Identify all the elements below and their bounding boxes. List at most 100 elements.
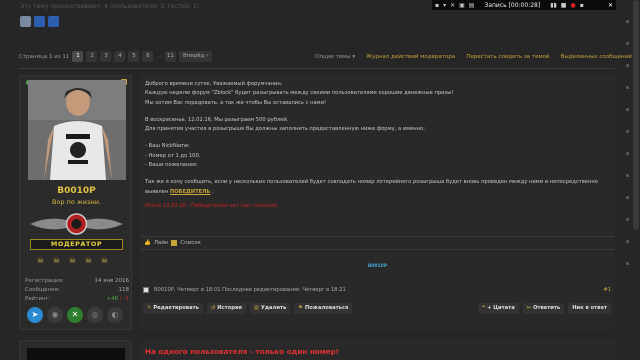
next-post: На одного пользователя - только один ном… <box>140 340 615 360</box>
moderator-log-link[interactable]: Журнал действий модератора <box>366 54 455 60</box>
avatar[interactable] <box>48 16 59 27</box>
stat-value: 118 <box>118 287 130 293</box>
stat-label: Сообщения: <box>25 287 60 293</box>
next-user-panel <box>19 340 132 360</box>
select-post-checkbox[interactable] <box>143 287 149 293</box>
skull-icon: ☠ <box>68 256 77 265</box>
edit-button[interactable]: ✎ Редактировать <box>143 303 203 314</box>
post-container: Доброго времени суток, Уважаемый форумча… <box>140 75 615 330</box>
next-post-title: На одного пользователя - только один ном… <box>145 347 339 356</box>
stat-label: Рейтинг: <box>25 296 51 302</box>
pause-icon[interactable]: ▮▮ <box>550 2 557 9</box>
post-body: Доброго времени суток, Уважаемый форумча… <box>145 80 610 211</box>
unwatch-thread-link[interactable]: Перестать следить за темой <box>466 54 549 60</box>
nick-reply-button[interactable]: Ник в ответ <box>568 303 611 314</box>
pin-icon[interactable]: ▤ <box>469 2 475 9</box>
winner-link[interactable]: ПОБЕДИТЕЛЬ <box>170 189 211 195</box>
user-avatar[interactable] <box>28 80 126 180</box>
thumbs-up-icon: 👍 <box>144 240 151 246</box>
telegram-icon[interactable]: ➤ <box>27 307 43 323</box>
skull-icon: ☠ <box>100 256 109 265</box>
avatar[interactable] <box>20 16 31 27</box>
stop-icon[interactable]: ■ <box>561 2 567 9</box>
avatar[interactable] <box>34 16 45 27</box>
social-icon[interactable]: ◉ <box>47 307 63 323</box>
moderator-banner: МОДЕРАТОР <box>30 239 123 250</box>
page-link[interactable]: 4 <box>114 51 126 62</box>
post-text: выявлен ПОБЕДИТЕЛЬ ; <box>145 188 214 195</box>
results-text: Итоги 12.02.16 - Победителей нет (нет го… <box>145 202 278 209</box>
close-small-icon[interactable]: ✕ <box>450 2 455 9</box>
form-line: - Ваши пожелания: <box>145 162 198 169</box>
post-meta: B0010P, Четверг в 18:01 Последнее редакт… <box>143 287 611 293</box>
form-line: - Номер от 1 до 100. <box>145 152 201 159</box>
social-icon[interactable]: ◎ <box>87 307 103 323</box>
username[interactable]: B0010P <box>20 186 133 196</box>
page-ellipsis: … <box>156 53 162 60</box>
history-button[interactable]: ↺ История <box>206 303 246 314</box>
form-line: - Ваш NickName: <box>145 143 190 150</box>
post-text: Для принятия участия в розыгрыше Вы долж… <box>145 126 426 133</box>
delete-button[interactable]: ▥ Удалить <box>249 303 291 314</box>
post-text: Мы хотим Вас порадовать, а так же чтобы … <box>145 99 327 106</box>
edit-icon: ✎ <box>147 305 152 311</box>
viewer-avatars <box>20 16 59 27</box>
reply-icon: ↩ <box>526 305 532 311</box>
thread-options-dropdown[interactable]: Опции темы ▾ <box>315 54 355 60</box>
post-text: Доброго времени суток, Уважаемый форумча… <box>145 81 283 87</box>
page-link[interactable]: 3 <box>100 51 112 62</box>
post-actions: ✎ Редактировать ↺ История ▥ Удалить ⚑ Пожало… <box>143 303 611 314</box>
scroll-markers <box>626 0 629 300</box>
page-link[interactable]: 5 <box>128 51 140 62</box>
user-title: Вор по жизни. <box>52 198 101 206</box>
report-button[interactable]: ⚑ Пожаловаться <box>294 303 353 314</box>
page-link[interactable]: 1 <box>72 51 84 62</box>
likes-list-link[interactable]: Список <box>180 240 201 246</box>
page-link[interactable]: 2 <box>86 51 98 62</box>
quote-icon: ❝ <box>482 305 486 311</box>
flag-icon: ⚑ <box>298 305 303 311</box>
reply-button[interactable]: ↩ Ответить <box>522 303 565 314</box>
user-stats: Регистрация: 14 янв 2016 Сообщения: 118 … <box>25 278 129 305</box>
post-text: Каждую неделю форум "Zblock" будет разыг… <box>145 90 454 97</box>
record-icon[interactable]: ● <box>570 2 575 9</box>
signature: B0010P <box>367 264 388 269</box>
likes-text: Лайк <box>153 240 169 246</box>
rank-wings-icon <box>30 211 123 237</box>
recorder-toolbar: ▪ ▾ ✕ ▣ ▤ Запись [00:00:28] ▮▮ ■ ● ▪ ✕ <box>432 0 616 10</box>
social-links: ➤ ◉ ✕ ◎ ◐ <box>27 307 123 323</box>
page-link[interactable]: 6 <box>142 51 154 62</box>
page-link[interactable]: 11 <box>164 51 176 62</box>
next-page-button[interactable]: Вперёд › <box>178 51 213 62</box>
scrollbar-thumb[interactable] <box>633 0 639 230</box>
xbox-icon[interactable]: ✕ <box>67 307 83 323</box>
settings-icon[interactable]: ▪ <box>435 2 439 9</box>
scrollbar[interactable] <box>632 0 640 360</box>
post-text: Так же я хочу сообщить, если у нескольки… <box>145 179 598 186</box>
camera-icon[interactable]: ▪ <box>580 2 584 9</box>
window-icon[interactable]: ▣ <box>459 2 465 9</box>
trash-icon: ▥ <box>253 305 259 311</box>
likes-bar: 👍 Лайк Список <box>140 236 615 250</box>
liker-avatar[interactable] <box>171 240 178 246</box>
pagination: Страница 1 из 11 1 2 3 4 5 6 … 11 Вперёд… <box>19 51 213 62</box>
viewers-text: Эту тему просматривают: 4 (пользователи:… <box>20 3 199 10</box>
user-avatar[interactable] <box>27 348 125 360</box>
skull-icon: ☠ <box>36 256 45 265</box>
rank-stars: ☠ ☠ ☠ ☠ ☠ <box>36 256 109 265</box>
stat-label: Регистрация: <box>25 278 64 284</box>
post-number[interactable]: #1 <box>603 287 611 293</box>
dropdown-icon[interactable]: ▾ <box>443 2 446 9</box>
divider <box>19 68 615 69</box>
social-icon[interactable]: ◐ <box>107 307 123 323</box>
close-icon[interactable]: ✕ <box>608 2 613 9</box>
history-icon: ↺ <box>210 305 216 311</box>
quote-button[interactable]: ❝ + Цитата <box>478 303 519 314</box>
post-text: В воскресенье, 12.02.16, Мы разыграем 50… <box>145 116 289 123</box>
user-panel: B0010P Вор по жизни. МОДЕРАТОР ☠ ☠ ☠ ☠ ☠… <box>19 75 132 330</box>
stat-value: 14 янв 2016 <box>94 278 129 284</box>
rating-value: +46 / -1 <box>106 296 129 302</box>
post-date[interactable]: B0010P, Четверг в 18:01 Последнее редакт… <box>154 287 346 293</box>
skull-icon: ☠ <box>84 256 93 265</box>
thread-tools: Опции темы ▾ Журнал действий модератора … <box>315 54 639 60</box>
